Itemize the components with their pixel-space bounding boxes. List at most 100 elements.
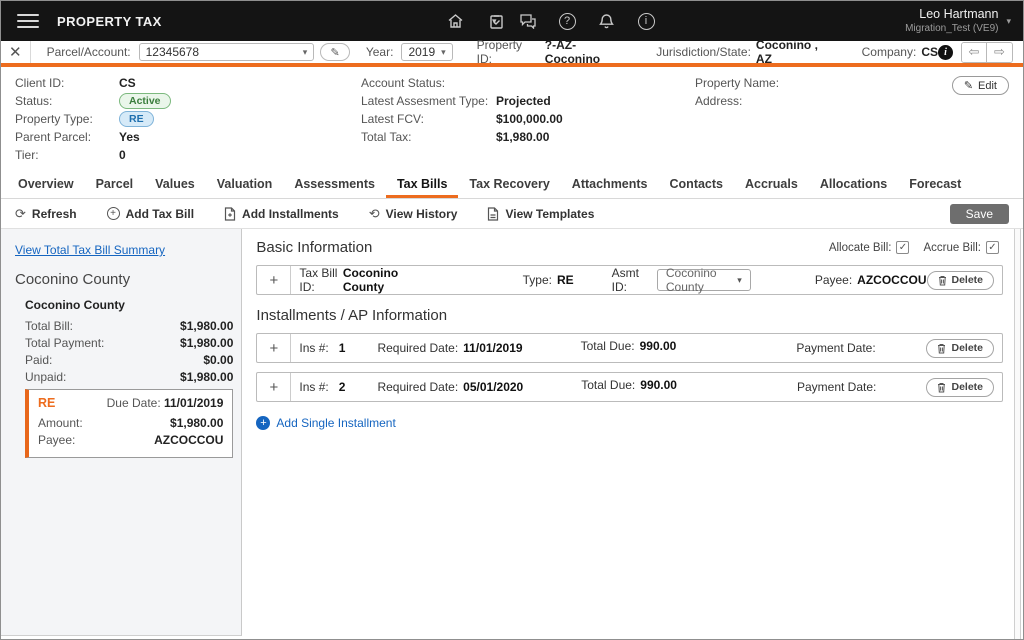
vertical-scrollbar[interactable] — [1014, 229, 1021, 640]
edit-button[interactable]: ✎ Edit — [952, 76, 1009, 95]
latest-assessment-label: Latest Assesment Type: — [361, 94, 496, 108]
expand-installment-button[interactable]: + — [257, 373, 291, 401]
tab-values[interactable]: Values — [144, 172, 206, 198]
tab-overview[interactable]: Overview — [7, 172, 85, 198]
account-status-label: Account Status: — [361, 76, 496, 90]
delete-installment-button[interactable]: Delete — [926, 339, 994, 358]
tax-bills-toolbar: ⟳ Refresh + Add Tax Bill Add Installment… — [1, 199, 1023, 229]
info-icon[interactable]: i — [638, 13, 655, 30]
notifications-bell-icon[interactable] — [597, 11, 617, 31]
parent-parcel-label: Parent Parcel: — [15, 130, 119, 144]
parcel-summary-section: Client ID:CS Status:Active Property Type… — [1, 67, 1023, 173]
company-label: Company: — [862, 45, 917, 59]
info-filled-icon[interactable]: i — [938, 45, 953, 60]
total-payment-row: Total Payment:$1,980.00 — [25, 336, 233, 353]
hamburger-menu-icon[interactable] — [17, 14, 39, 28]
tab-accruals[interactable]: Accruals — [734, 172, 809, 198]
user-environment: Migration_Test (VE9) — [905, 23, 998, 36]
tab-assessments[interactable]: Assessments — [283, 172, 386, 198]
view-history-button[interactable]: ⟲ View History — [369, 206, 458, 222]
tax-bill-id-value: Coconino County — [343, 266, 411, 294]
plus-circle-icon: + — [256, 416, 270, 430]
messages-icon[interactable] — [518, 11, 538, 31]
total-tax-label: Total Tax: — [361, 130, 496, 144]
required-date-label: Required Date: — [377, 380, 458, 394]
circle-plus-icon: + — [107, 207, 120, 220]
view-total-tax-bill-summary-link[interactable]: View Total Tax Bill Summary — [15, 243, 165, 257]
unpaid-row: Unpaid:$1,980.00 — [25, 370, 233, 387]
allocate-bill-checkbox[interactable]: ✓ — [896, 241, 909, 254]
installment-row: + Ins #: 1 Required Date: 11/01/2019 Tot… — [256, 333, 1003, 363]
tab-parcel[interactable]: Parcel — [85, 172, 145, 198]
installments-title: Installments / AP Information — [256, 307, 1003, 324]
navigate-forward-button[interactable]: ⇨ — [987, 43, 1012, 62]
status-label: Status: — [15, 94, 119, 108]
payment-date-label: Payment Date: — [796, 341, 875, 355]
expand-tax-bill-button[interactable]: + — [257, 266, 291, 294]
tab-forecast[interactable]: Forecast — [898, 172, 972, 198]
tab-contacts[interactable]: Contacts — [659, 172, 734, 198]
topbar-icon-group: ▾ ? i — [445, 11, 655, 31]
asmt-id-select[interactable]: Coconino County ▾ — [657, 269, 751, 291]
save-button[interactable]: Save — [950, 204, 1009, 224]
accrue-bill-field: Accrue Bill: ✓ — [923, 241, 999, 254]
edit-parcel-button[interactable]: ✎ — [320, 43, 350, 61]
company-value: CS — [921, 45, 938, 59]
context-bar: ✕ Parcel/Account: 12345678 ▾ ✎ Year: 201… — [1, 41, 1023, 63]
chevron-down-icon: ▾ — [303, 47, 308, 58]
close-icon[interactable]: ✕ — [1, 41, 31, 63]
year-label: Year: — [366, 45, 394, 59]
view-templates-button[interactable]: View Templates — [487, 207, 594, 221]
expand-installment-button[interactable]: + — [257, 334, 291, 362]
jurisdiction-label: Jurisdiction/State: — [656, 45, 751, 59]
document-icon — [487, 207, 499, 221]
history-icon: ⟲ — [369, 206, 380, 222]
tab-allocations[interactable]: Allocations — [809, 172, 898, 198]
ins-number-value: 2 — [339, 380, 346, 394]
tax-bills-content: View Total Tax Bill Summary Coconino Cou… — [1, 229, 1023, 640]
property-type-label: Property Type: — [15, 112, 119, 126]
asmt-id-label: Asmt ID: — [612, 266, 643, 294]
payee-value: AZCOCCOU — [857, 273, 926, 287]
latest-fcv-label: Latest FCV: — [361, 112, 496, 126]
delete-tax-bill-button[interactable]: Delete — [927, 271, 995, 290]
tab-tax-recovery[interactable]: Tax Recovery — [458, 172, 560, 198]
total-due-value: 990.00 — [640, 339, 677, 353]
property-id-value: ?-AZ-Coconino — [545, 38, 630, 66]
parcel-account-select[interactable]: 12345678 ▾ — [139, 43, 315, 61]
trash-icon — [938, 275, 947, 286]
tax-bill-card[interactable]: RE Due Date: 11/01/2019 Amount:$1,980.00… — [25, 389, 233, 458]
chevron-down-icon: ▾ — [737, 275, 742, 286]
tax-bill-group-title: Coconino County — [25, 298, 233, 312]
trash-icon — [937, 382, 946, 393]
tab-tax-bills[interactable]: Tax Bills — [386, 172, 458, 198]
payee-row: Payee:AZCOCCOU — [38, 433, 223, 450]
property-name-label: Property Name: — [695, 76, 791, 90]
jurisdiction-value: Coconino , AZ — [756, 38, 836, 66]
tier-label: Tier: — [15, 148, 119, 162]
year-select[interactable]: 2019 ▾ — [401, 43, 452, 61]
tab-attachments[interactable]: Attachments — [561, 172, 659, 198]
parent-parcel-value: Yes — [119, 130, 140, 144]
refresh-icon: ⟳ — [15, 206, 26, 222]
required-date-label: Required Date: — [377, 341, 458, 355]
allocate-bill-field: Allocate Bill: ✓ — [829, 241, 910, 254]
help-icon[interactable]: ? — [559, 13, 576, 30]
user-name: Leo Hartmann — [905, 7, 998, 23]
tab-valuation[interactable]: Valuation — [206, 172, 284, 198]
navigate-back-button[interactable]: ⇦ — [962, 43, 987, 62]
tax-bill-row: + Tax Bill ID: Coconino County Type: RE … — [256, 265, 1003, 295]
tax-bill-detail: Basic Information Allocate Bill: ✓ Accru… — [242, 229, 1023, 636]
add-single-installment-link[interactable]: + Add Single Installment — [256, 416, 1003, 430]
asmt-id-value: Coconino County — [666, 266, 737, 294]
delete-installment-button[interactable]: Delete — [926, 378, 994, 397]
user-menu[interactable]: Leo Hartmann Migration_Test (VE9) ▾ — [905, 7, 1011, 35]
home-icon[interactable] — [445, 11, 465, 31]
payment-date-label: Payment Date: — [797, 380, 876, 394]
accrue-bill-checkbox[interactable]: ✓ — [986, 241, 999, 254]
add-tax-bill-button[interactable]: + Add Tax Bill — [107, 207, 194, 221]
add-installments-button[interactable]: Add Installments — [224, 207, 339, 221]
refresh-button[interactable]: ⟳ Refresh — [15, 206, 77, 222]
tax-bill-sidebar: View Total Tax Bill Summary Coconino Cou… — [1, 229, 242, 636]
tasks-caret-icon[interactable]: ▾ — [492, 16, 497, 27]
